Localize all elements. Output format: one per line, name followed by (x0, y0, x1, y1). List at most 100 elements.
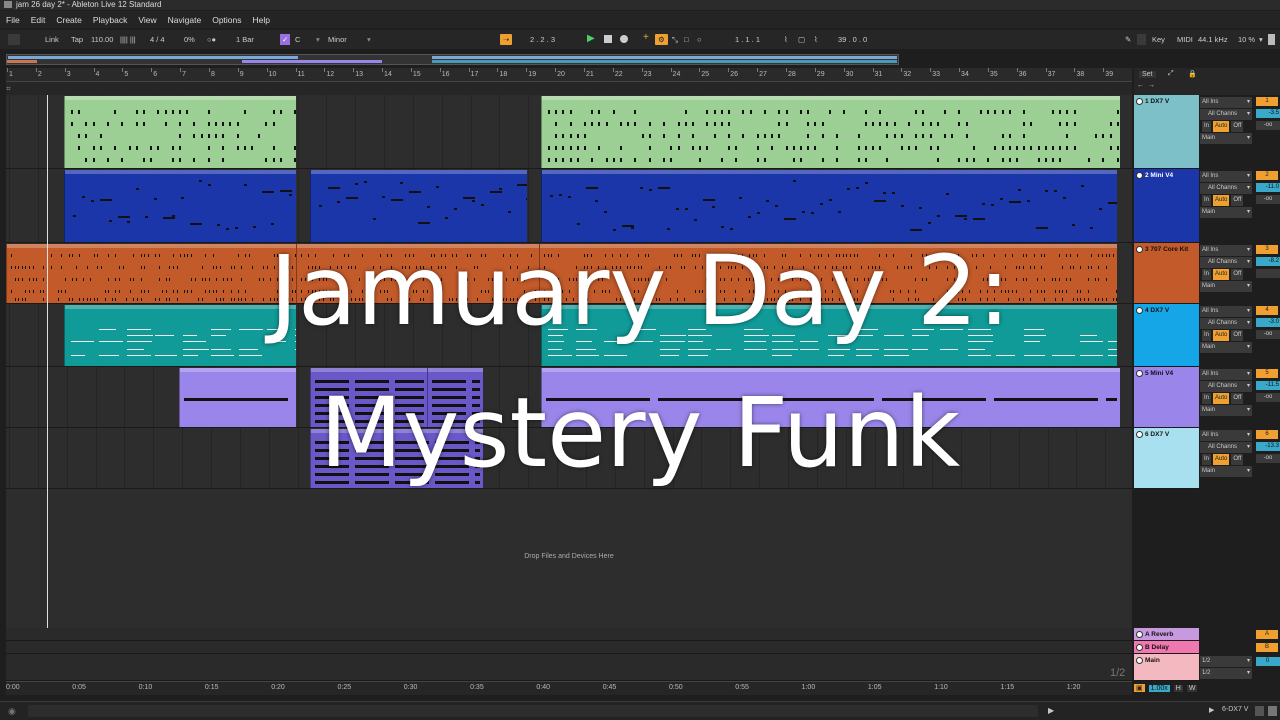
punch-in-icon[interactable]: ⌇ (784, 34, 788, 45)
menu-create[interactable]: Create (56, 15, 82, 25)
loop-start-field[interactable]: 1 . 1 . 1 (735, 34, 760, 45)
track-pan[interactable]: -oo (1256, 393, 1280, 402)
menu-options[interactable]: Options (212, 15, 241, 25)
track-activator[interactable]: 4 (1256, 306, 1278, 315)
track-pan[interactable] (1256, 269, 1280, 278)
monitor-auto-button[interactable]: Auto (1213, 454, 1230, 465)
clip-header[interactable] (7, 244, 296, 248)
track-header[interactable]: 3 707 Core Kit (1134, 243, 1199, 304)
midi-clip[interactable] (179, 368, 296, 427)
track-fold-icon[interactable] (1136, 370, 1143, 377)
clip-view-icon[interactable] (1268, 706, 1277, 716)
input-type-select[interactable]: All Ins ▾ (1200, 306, 1252, 317)
monitor-in-button[interactable]: In (1202, 330, 1212, 341)
arrangement-view[interactable] (6, 95, 1132, 681)
loop-length-field[interactable]: 39 . 0 . 0 (838, 34, 867, 45)
track-header[interactable]: 2 Mini V4 (1134, 169, 1199, 243)
track-volume[interactable]: -3.0 (1256, 318, 1280, 327)
draw-mode-icon[interactable]: ✎ (1125, 34, 1131, 45)
scale-select[interactable]: Minor (328, 34, 347, 45)
return-b-letter[interactable]: B (1256, 643, 1278, 652)
monitor-switch[interactable]: In Auto Off (1200, 454, 1252, 465)
stop-icon[interactable] (604, 35, 612, 43)
monitor-auto-button[interactable]: Auto (1213, 121, 1230, 132)
monitor-off-button[interactable]: Off (1231, 269, 1244, 280)
menu-navigate[interactable]: Navigate (168, 15, 202, 25)
monitor-off-button[interactable]: Off (1231, 454, 1244, 465)
detail-toggle-icon[interactable] (1255, 706, 1264, 716)
track-pan[interactable]: -oo (1256, 330, 1280, 339)
monitor-auto-button[interactable]: Auto (1213, 195, 1230, 206)
monitor-off-button[interactable]: Off (1231, 195, 1244, 206)
output-select[interactable]: Main ▾ (1200, 405, 1252, 416)
scroll-right-icon[interactable]: ▶ (1048, 706, 1054, 715)
clip-header[interactable] (65, 305, 296, 309)
punch-icon[interactable]: □ (684, 34, 689, 45)
io-icon[interactable] (1268, 34, 1275, 45)
capture-icon[interactable]: ⤡ (672, 34, 678, 45)
track-header[interactable]: 5 Mini V4 (1134, 367, 1199, 428)
expand-icon[interactable]: ⤢ (1168, 70, 1174, 78)
return-track-b-header[interactable]: B Delay (1134, 641, 1199, 654)
midi-clip[interactable] (310, 368, 427, 427)
monitor-off-button[interactable]: Off (1231, 330, 1244, 341)
clip-header[interactable] (180, 368, 296, 372)
track-activator[interactable]: 1 (1256, 97, 1278, 106)
tap-button[interactable]: Tap (71, 34, 83, 45)
track-lane[interactable] (6, 367, 1132, 428)
monitor-in-button[interactable]: In (1202, 269, 1212, 280)
midi-clip[interactable] (310, 429, 483, 488)
clip-header[interactable] (311, 368, 427, 372)
track-volume[interactable]: -8.2 (1256, 257, 1280, 266)
monitor-auto-button[interactable]: Auto (1213, 269, 1230, 280)
output-select[interactable]: Main ▾ (1200, 466, 1252, 477)
track-activator[interactable]: 3 (1256, 245, 1278, 254)
midi-clip[interactable] (64, 305, 296, 366)
clip-header[interactable] (65, 96, 296, 100)
track-pan[interactable]: -oo (1256, 121, 1280, 130)
clip-header[interactable] (65, 170, 296, 174)
set-button[interactable]: Set (1139, 71, 1156, 78)
track-fold-icon[interactable] (1136, 246, 1143, 253)
link-button[interactable]: Link (45, 34, 59, 45)
input-channel-select[interactable]: All Channs ▾ (1200, 109, 1252, 120)
height-toggle[interactable]: H (1173, 684, 1183, 692)
track-lane[interactable] (6, 243, 1132, 304)
input-type-select[interactable]: All Ins ▾ (1200, 171, 1252, 182)
loop-brace-area[interactable]: ⌗ (6, 82, 1132, 95)
output-select[interactable]: Main ▾ (1200, 281, 1252, 292)
input-type-select[interactable]: All Ins ▾ (1200, 369, 1252, 380)
input-channel-select[interactable]: All Channs ▾ (1200, 257, 1252, 268)
nudge-icon[interactable]: |||| ||| (120, 34, 136, 45)
lock-icon[interactable]: 🔒 (1188, 70, 1197, 78)
info-icon[interactable]: ◉ (8, 706, 16, 717)
midi-clip[interactable] (541, 170, 1117, 242)
main-track-header[interactable]: Main (1134, 654, 1199, 681)
midi-clip[interactable] (541, 305, 1117, 366)
time-signature-field[interactable]: 4 / 4 (150, 34, 165, 45)
track-activator[interactable]: 6 (1256, 430, 1278, 439)
monitor-off-button[interactable]: Off (1231, 121, 1244, 132)
output-select[interactable]: Main ▾ (1200, 133, 1252, 144)
track-fold-icon[interactable] (1136, 98, 1143, 105)
track-volume[interactable]: -11.0 (1256, 183, 1280, 192)
main-lane[interactable] (6, 654, 1132, 681)
selected-track-name[interactable]: 6-DX7 V (1222, 706, 1248, 713)
overdub-icon[interactable]: + (643, 32, 649, 43)
clip-header[interactable] (311, 429, 483, 433)
return-lane-a[interactable] (6, 628, 1132, 641)
time-ruler[interactable]: 0:00 0:05 0:10 0:15 0:20 0:25 0:30 0:35 0:40 0:45… (6, 681, 1132, 695)
track-header[interactable]: 1 DX7 V (1134, 95, 1199, 169)
track-pan[interactable]: -oo (1256, 454, 1280, 463)
return-a-letter[interactable]: A (1256, 630, 1278, 639)
play-icon[interactable]: ▶ (587, 33, 595, 44)
midi-clip[interactable] (541, 368, 1120, 427)
track-lane[interactable] (6, 169, 1132, 243)
track-fold-icon[interactable] (1136, 631, 1143, 638)
automation-arm-icon[interactable]: ⚙ (655, 34, 668, 45)
clip-header[interactable] (542, 170, 1117, 174)
follow-icon[interactable]: ➝ (500, 34, 513, 45)
monitor-switch[interactable]: In Auto Off (1200, 330, 1252, 341)
output-select[interactable]: Main ▾ (1200, 207, 1252, 218)
input-type-select[interactable]: All Ins ▾ (1200, 430, 1252, 441)
